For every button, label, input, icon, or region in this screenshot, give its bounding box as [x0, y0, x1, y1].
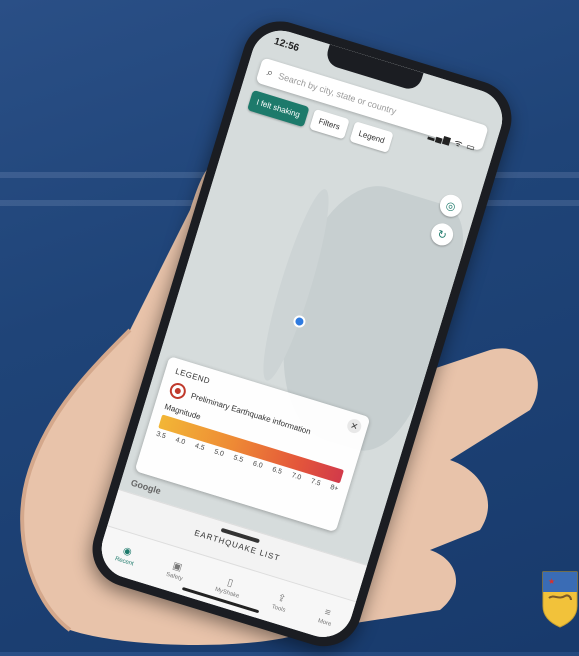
state-seal-logo: ★: [542, 571, 578, 628]
magnitude-tick: 3.5: [155, 430, 167, 441]
magnitude-tick: 5.0: [213, 448, 225, 459]
tools-icon: ⇪: [276, 591, 288, 605]
magnitude-tick: 4.5: [193, 442, 206, 453]
safety-icon: ▣: [171, 559, 184, 574]
tab-more[interactable]: ≡ More: [317, 605, 336, 627]
more-icon: ≡: [323, 606, 333, 619]
tab-label: More: [317, 617, 332, 628]
magnitude-tick: 6.0: [251, 460, 264, 470]
magnitude-tick: 8+: [329, 483, 339, 493]
magnitude-tick: 7.0: [290, 472, 302, 482]
magnitude-tick: 7.5: [309, 478, 322, 488]
myshake-icon: ▯: [225, 576, 235, 589]
magnitude-tick: 6.5: [271, 466, 283, 476]
svg-text:★: ★: [548, 577, 555, 586]
magnitude-tick: 4.0: [174, 436, 186, 447]
tab-myshake[interactable]: ▯ MyShake: [214, 574, 243, 600]
tab-recent[interactable]: ◉ Recent: [114, 543, 138, 567]
tab-tools[interactable]: ⇪ Tools: [271, 591, 290, 613]
tab-label: Safety: [165, 571, 184, 582]
earthquake-ring-icon: [167, 381, 188, 401]
search-icon: ⌕: [265, 65, 275, 80]
recent-icon: ◉: [121, 544, 134, 558]
tab-safety[interactable]: ▣ Safety: [165, 559, 187, 582]
magnitude-tick: 5.5: [232, 454, 244, 464]
tab-label: Recent: [114, 555, 135, 567]
